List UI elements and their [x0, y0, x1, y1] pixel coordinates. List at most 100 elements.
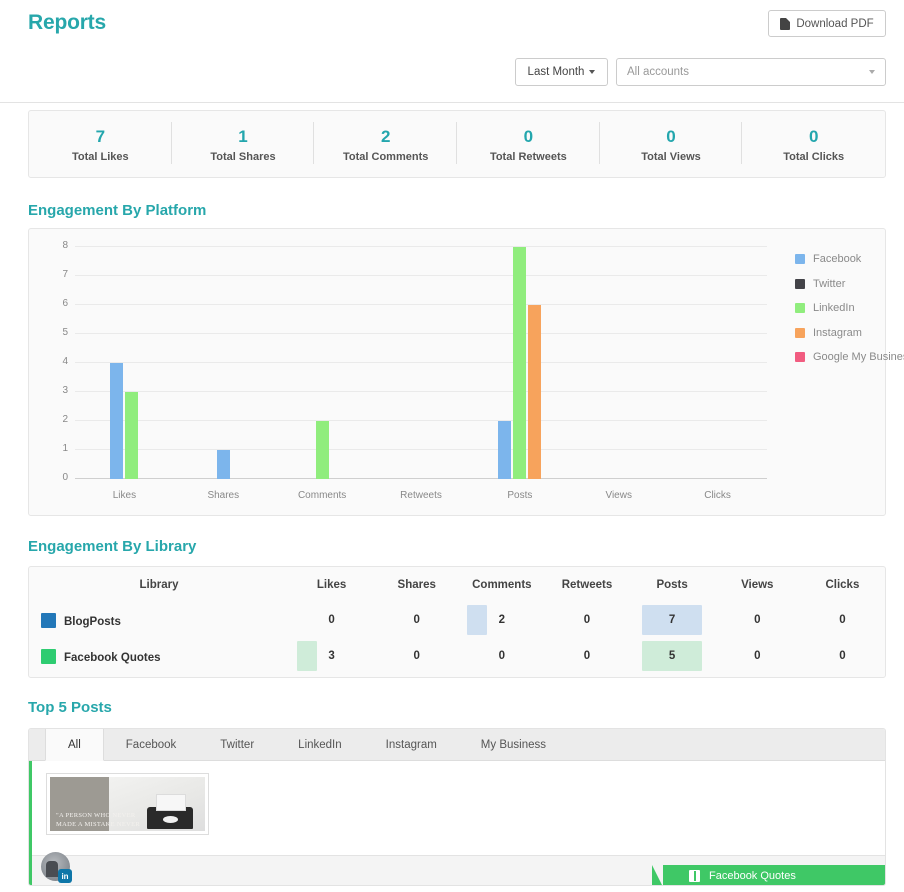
engagement-by-library-title: Engagement By Library	[28, 538, 196, 555]
table-cell: 3	[289, 638, 374, 674]
stat-card: 1Total Shares	[172, 120, 315, 169]
chart-gridline: 7	[75, 275, 767, 276]
table-cell: 7	[630, 602, 715, 638]
page-title: Reports	[28, 11, 106, 35]
stat-card: 0Total Retweets	[457, 120, 600, 169]
chart-bar[interactable]	[498, 421, 511, 479]
stat-card: 7Total Likes	[29, 120, 172, 169]
x-axis-tick-label: Likes	[113, 490, 136, 501]
tab-twitter[interactable]: Twitter	[198, 729, 276, 760]
stat-value: 0	[600, 126, 743, 148]
table-row: Facebook Quotes3000500	[29, 638, 885, 674]
column-header: Clicks	[800, 567, 885, 602]
stat-card: 2 Total Comments	[314, 120, 457, 169]
legend-color-swatch	[795, 303, 805, 313]
engagement-by-library-table: LibraryLikesSharesCommentsRetweetsPostsV…	[28, 566, 886, 678]
chart-bar[interactable]	[513, 247, 526, 479]
table-cell: 5	[630, 638, 715, 674]
y-axis-tick-label: 4	[62, 356, 68, 367]
column-header: Views	[715, 567, 800, 602]
accounts-select[interactable]: All accounts	[616, 58, 886, 86]
posts-tab-bar: AllFacebookTwitterLinkedInInstagramMy Bu…	[29, 729, 885, 761]
download-pdf-label: Download PDF	[796, 18, 873, 30]
stat-value: 2	[314, 126, 457, 148]
legend-item[interactable]: Google My Business	[795, 345, 904, 370]
cell-value: 0	[839, 614, 845, 626]
library-badge-label: Facebook Quotes	[709, 870, 796, 882]
chart-bar[interactable]	[217, 450, 230, 479]
library-color-swatch	[41, 649, 56, 664]
y-axis-tick-label: 0	[62, 472, 68, 483]
stat-label: Total Clicks	[742, 151, 885, 163]
column-header: Likes	[289, 567, 374, 602]
chart-gridline: 2	[75, 420, 767, 421]
header-divider	[0, 102, 904, 103]
legend-item[interactable]: Twitter	[795, 272, 904, 297]
cell-heat-fill	[297, 641, 317, 671]
book-icon	[689, 870, 700, 882]
accounts-select-value: All accounts	[627, 66, 689, 78]
cell-value: 0	[499, 650, 505, 662]
column-header: Retweets	[544, 567, 629, 602]
post-thumbnail[interactable]: "A PERSON WHO NEVER MADE A MISTAKE NEVER	[46, 773, 209, 835]
cell-value: 0	[584, 650, 590, 662]
library-name-cell: BlogPosts	[29, 602, 289, 638]
legend-label: Twitter	[813, 278, 845, 290]
cell-value: 0	[754, 650, 760, 662]
x-axis-tick-label: Clicks	[704, 490, 731, 501]
legend-color-swatch	[795, 254, 805, 264]
tab-my-business[interactable]: My Business	[459, 729, 568, 760]
filter-bar: Last Month All accounts	[515, 58, 886, 86]
cell-value: 0	[328, 614, 334, 626]
chart-gridline: 1	[75, 449, 767, 450]
stat-card: 0 Total Clicks	[742, 120, 885, 169]
engagement-by-platform-chart: 012345678LikesSharesCommentsRetweetsPost…	[28, 228, 886, 516]
table-row: BlogPosts0020700	[29, 602, 885, 638]
x-axis-tick-label: Comments	[298, 490, 346, 501]
stat-label: Total Comments	[314, 151, 457, 163]
stat-value: 0	[742, 126, 885, 148]
page-header: Reports Download PDF	[0, 0, 904, 52]
thumbnail-quote-text: "A PERSON WHO NEVER MADE A MISTAKE NEVER	[56, 812, 143, 829]
cell-value: 0	[414, 650, 420, 662]
y-axis-tick-label: 6	[62, 298, 68, 309]
chart-legend: Facebook Twitter LinkedIn InstagramGoogle M…	[795, 247, 904, 370]
library-name: Facebook Quotes	[64, 652, 161, 664]
stat-label: Total Retweets	[457, 151, 600, 163]
library-name: BlogPosts	[64, 616, 121, 628]
date-range-dropdown[interactable]: Last Month	[515, 58, 608, 86]
chart-bar[interactable]	[316, 421, 329, 479]
table-cell: 0	[544, 638, 629, 674]
tab-all[interactable]: All	[45, 729, 104, 761]
y-axis-tick-label: 1	[62, 443, 68, 454]
chart-bar[interactable]	[125, 392, 138, 479]
legend-item[interactable]: Facebook	[795, 247, 904, 272]
table-cell: 0	[289, 602, 374, 638]
table-header-row: LibraryLikesSharesCommentsRetweetsPostsV…	[29, 567, 885, 602]
legend-label: LinkedIn	[813, 302, 855, 314]
legend-color-swatch	[795, 352, 805, 362]
post-footer: in Facebook Quotes	[32, 855, 885, 886]
cell-value: 0	[754, 614, 760, 626]
tab-linkedin[interactable]: LinkedIn	[276, 729, 363, 760]
chart-bar[interactable]	[528, 305, 541, 479]
legend-item[interactable]: LinkedIn	[795, 296, 904, 321]
legend-item[interactable]: Instagram	[795, 321, 904, 346]
y-axis-tick-label: 8	[62, 240, 68, 251]
chevron-down-icon	[589, 70, 595, 74]
date-range-label: Last Month	[528, 66, 585, 78]
table-cell: 0	[544, 602, 629, 638]
column-header: Comments	[459, 567, 544, 602]
pdf-file-icon	[780, 18, 790, 30]
x-axis-tick-label: Posts	[507, 490, 532, 501]
engagement-by-platform-title: Engagement By Platform	[28, 202, 206, 219]
table-cell: 0	[715, 602, 800, 638]
stat-label: Total Shares	[172, 151, 315, 163]
chart-bar[interactable]	[110, 363, 123, 479]
tab-instagram[interactable]: Instagram	[364, 729, 459, 760]
cell-value: 0	[414, 614, 420, 626]
stats-summary-bar: 7Total Likes1Total Shares2 Total Comments…	[28, 110, 886, 178]
post-card[interactable]: "A PERSON WHO NEVER MADE A MISTAKE NEVER…	[29, 761, 885, 886]
download-pdf-button[interactable]: Download PDF	[768, 10, 886, 37]
tab-facebook[interactable]: Facebook	[104, 729, 199, 760]
